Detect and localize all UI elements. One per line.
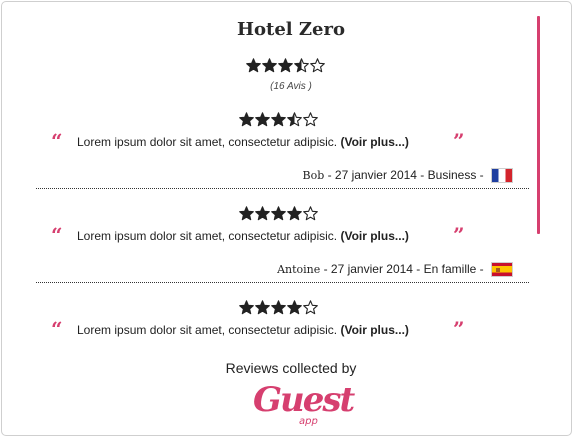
read-more-link[interactable]: (Voir plus...) — [340, 323, 408, 337]
review-author: Antoine — [277, 262, 321, 276]
logo-subtext: app — [299, 416, 318, 427]
reviews-widget: Hotel Zero (16 Avis ) “ Lorem ipsum dolo… — [1, 1, 572, 436]
star-empty-icon — [303, 300, 318, 315]
star-full-icon — [246, 58, 261, 73]
review-rating-stars — [239, 206, 318, 222]
review-quote: “ Lorem ipsum dolor sit amet, consectetu… — [2, 129, 571, 153]
star-full-icon — [287, 206, 302, 221]
star-full-icon — [278, 58, 293, 73]
review-meta: Bob - 27 janvier 2014 - Business - — [302, 166, 513, 184]
close-quote-icon: ” — [453, 317, 465, 341]
review-meta: Antoine - 27 janvier 2014 - En famille - — [277, 260, 513, 278]
divider — [36, 188, 529, 189]
star-full-icon — [271, 112, 286, 127]
star-half-icon — [294, 58, 309, 73]
star-full-icon — [271, 300, 286, 315]
star-empty-icon — [303, 206, 318, 221]
close-quote-icon: ” — [453, 223, 465, 247]
star-empty-icon — [310, 58, 325, 73]
star-full-icon — [255, 206, 270, 221]
review-quote: “ Lorem ipsum dolor sit amet, consectetu… — [2, 317, 571, 341]
star-full-icon — [239, 300, 254, 315]
average-rating-stars — [246, 58, 325, 74]
review-author: Bob — [302, 168, 325, 182]
star-full-icon — [255, 112, 270, 127]
review-count: (16 Avis ) — [270, 81, 312, 92]
star-full-icon — [262, 58, 277, 73]
close-quote-icon: ” — [453, 129, 465, 153]
read-more-link[interactable]: (Voir plus...) — [340, 229, 408, 243]
hotel-name: Hotel Zero — [237, 19, 345, 40]
star-full-icon — [239, 206, 254, 221]
star-full-icon — [287, 300, 302, 315]
flag-spain-icon — [491, 261, 513, 277]
logo-wordmark: Guest — [253, 380, 355, 420]
star-half-icon — [287, 112, 302, 127]
guestapp-logo[interactable]: Guest app — [247, 380, 355, 432]
star-full-icon — [239, 112, 254, 127]
review-rating-stars — [239, 300, 318, 316]
review-body: Lorem ipsum dolor sit amet, consectetur … — [77, 323, 338, 337]
flag-france-icon — [491, 167, 513, 183]
review-body: Lorem ipsum dolor sit amet, consectetur … — [77, 229, 338, 243]
reviews-collected-by-label: Reviews collected by — [225, 360, 357, 376]
review-text: Lorem ipsum dolor sit amet, consectetur … — [77, 134, 409, 150]
open-quote-icon: “ — [51, 129, 63, 153]
star-empty-icon — [303, 112, 318, 127]
review-rating-stars — [239, 112, 318, 128]
review-body: Lorem ipsum dolor sit amet, consectetur … — [77, 135, 338, 149]
review-details: - 27 janvier 2014 - Business - — [324, 168, 487, 182]
review-details: - 27 janvier 2014 - En famille - — [320, 262, 487, 276]
divider — [36, 282, 529, 283]
read-more-link[interactable]: (Voir plus...) — [340, 135, 408, 149]
scrollbar[interactable] — [537, 16, 540, 234]
review-quote: “ Lorem ipsum dolor sit amet, consectetu… — [2, 223, 571, 247]
star-full-icon — [271, 206, 286, 221]
open-quote-icon: “ — [51, 223, 63, 247]
review-text: Lorem ipsum dolor sit amet, consectetur … — [77, 228, 409, 244]
open-quote-icon: “ — [51, 317, 63, 341]
review-text: Lorem ipsum dolor sit amet, consectetur … — [77, 322, 409, 338]
star-full-icon — [255, 300, 270, 315]
